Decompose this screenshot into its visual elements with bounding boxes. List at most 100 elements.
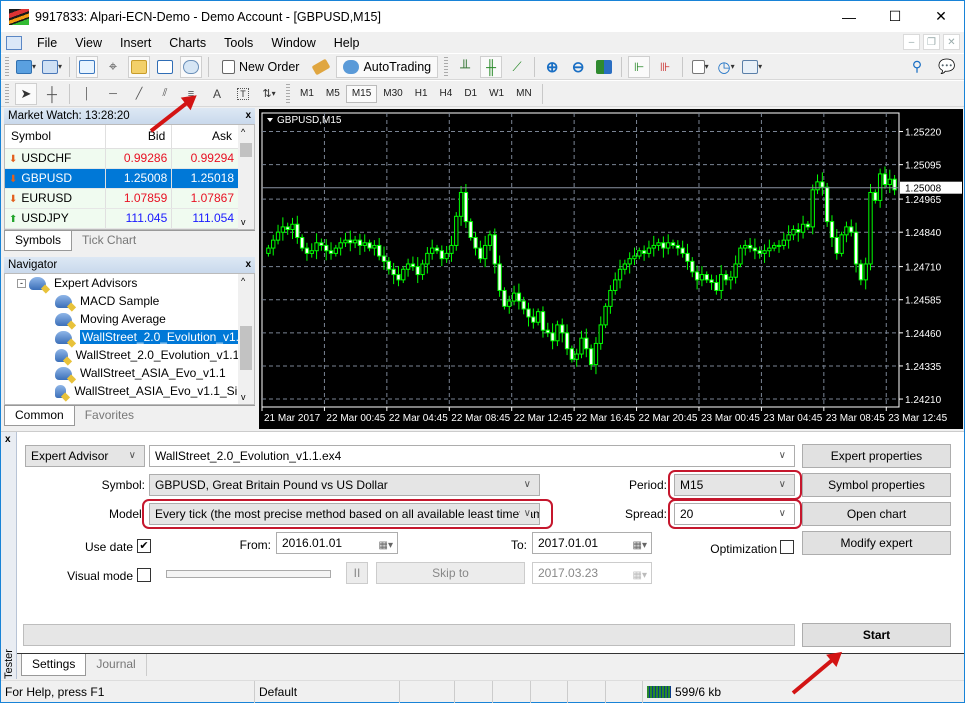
timeframe-m15[interactable]: M15: [345, 84, 378, 103]
tree-item[interactable]: WallStreet_2.0_Evolution_v1.1_S: [5, 346, 254, 364]
data-window-toggle[interactable]: ⌖: [102, 56, 124, 78]
crosshair-tool[interactable]: ┼: [41, 83, 63, 105]
timeframe-m5[interactable]: M5: [320, 85, 346, 103]
text-label-tool[interactable]: T: [232, 83, 254, 105]
menu-tools[interactable]: Tools: [215, 36, 262, 50]
autoscroll-button[interactable]: ⊩: [628, 55, 651, 78]
toolbar-grip[interactable]: [444, 56, 449, 77]
market-watch-close-icon[interactable]: x: [245, 108, 251, 124]
navigator-scrollbar[interactable]: ^ v: [238, 274, 254, 404]
tree-item[interactable]: WallStreet_ASIA_Evo_v1.1: [5, 364, 254, 382]
chart-canvas[interactable]: 1.25220 1.25095 1.24965 1.24840 1.24710 1.245…: [259, 109, 963, 429]
scroll-down-icon[interactable]: v: [241, 217, 246, 227]
scroll-thumb[interactable]: [240, 143, 252, 157]
close-button[interactable]: ✕: [918, 1, 964, 32]
tab-common[interactable]: Common: [4, 406, 75, 426]
timeframe-w1[interactable]: W1: [483, 85, 510, 103]
zoom-in-button[interactable]: ⊕: [541, 56, 563, 78]
menu-file[interactable]: File: [28, 36, 66, 50]
menu-charts[interactable]: Charts: [160, 36, 215, 50]
column-bid[interactable]: Bid: [105, 125, 173, 149]
pause-button[interactable]: II: [346, 562, 368, 584]
timeframe-d1[interactable]: D1: [458, 85, 483, 103]
symbol-properties-button[interactable]: Symbol properties: [802, 473, 951, 497]
symbol-row[interactable]: ⬇ USDCHF 0.99286 0.99294: [5, 148, 239, 169]
open-chart-button[interactable]: Open chart: [802, 502, 951, 526]
symbol-row[interactable]: ⬇ GBPUSD 1.25008 1.25018: [5, 168, 239, 189]
minimize-button[interactable]: —: [826, 1, 872, 32]
chat-button[interactable]: 💬: [936, 56, 958, 78]
menu-window[interactable]: Window: [262, 36, 324, 50]
indicators-button[interactable]: ▾: [689, 56, 711, 78]
mdi-minimize-button[interactable]: –: [903, 34, 920, 50]
zoom-out-button[interactable]: ⊖: [567, 56, 589, 78]
tree-item[interactable]: Moving Average: [5, 310, 254, 328]
expert-properties-button[interactable]: Expert properties: [802, 444, 951, 468]
scroll-up-icon[interactable]: ^: [241, 276, 245, 286]
periods-button[interactable]: ◷ ▾: [715, 56, 737, 78]
market-watch-scrollbar[interactable]: ^ v: [238, 125, 254, 229]
scroll-up-icon[interactable]: ^: [241, 127, 245, 137]
symbol-select[interactable]: GBPUSD, Great Britain Pound vs US Dollar…: [149, 474, 540, 496]
optimization-checkbox[interactable]: [780, 540, 794, 554]
toolbar-grip[interactable]: [5, 83, 9, 104]
price-chart[interactable]: 1.25220 1.25095 1.24965 1.24840 1.24710 1.245…: [259, 109, 963, 429]
tree-node-expert-advisors[interactable]: - Expert Advisors: [5, 274, 254, 292]
scroll-down-icon[interactable]: v: [241, 392, 246, 402]
from-date-input[interactable]: 2016.01.01 ▦▾: [276, 532, 398, 554]
modify-expert-button[interactable]: Modify expert: [802, 531, 951, 555]
tree-item[interactable]: MACD Sample: [5, 292, 254, 310]
timeframe-h1[interactable]: H1: [409, 85, 434, 103]
mdi-close-button[interactable]: ✕: [943, 34, 960, 50]
calendar-dropdown-icon[interactable]: ▦▾: [379, 536, 393, 553]
toolbar-grip[interactable]: [286, 83, 290, 104]
bar-chart-button[interactable]: ╨: [454, 56, 476, 78]
chart-window-icon[interactable]: [6, 35, 22, 50]
timeframe-h4[interactable]: H4: [434, 85, 459, 103]
search-button[interactable]: ⚲: [906, 56, 928, 78]
calendar-dropdown-icon[interactable]: ▦▾: [633, 566, 647, 583]
scroll-thumb[interactable]: [240, 326, 252, 370]
tab-symbols[interactable]: Symbols: [4, 231, 73, 251]
timeframe-m1[interactable]: M1: [294, 85, 320, 103]
collapse-icon[interactable]: -: [17, 278, 26, 288]
symbol-row[interactable]: ⬆ USDJPY 111.045 111.054: [5, 208, 239, 229]
symbol-row[interactable]: ⬇ EURUSD 1.07859 1.07867: [5, 188, 239, 209]
use-date-checkbox[interactable]: ✔: [137, 539, 151, 553]
metaeditor-button[interactable]: [310, 56, 332, 78]
tree-item[interactable]: WallStreet_ASIA_Evo_v1.1_Simp: [5, 382, 254, 400]
tester-close-icon[interactable]: x: [5, 434, 11, 445]
status-connection[interactable]: 599/6 kb: [643, 681, 793, 703]
skip-to-date-input[interactable]: 2017.03.23 ▦▾: [532, 562, 652, 584]
equidistant-channel-tool[interactable]: ⫽: [154, 83, 176, 105]
text-tool[interactable]: A: [206, 83, 228, 105]
start-button[interactable]: Start: [802, 623, 951, 647]
templates-button[interactable]: ▾: [741, 56, 763, 78]
tile-windows-button[interactable]: [593, 56, 615, 78]
navigator-close-icon[interactable]: x: [245, 257, 251, 273]
arrows-tool[interactable]: ⇅ ▾: [258, 83, 280, 105]
line-chart-button[interactable]: ⟋: [506, 56, 528, 78]
tree-item[interactable]: WallStreet_2.0_Evolution_v1.1: [5, 328, 254, 346]
chart-shift-button[interactable]: ⊪: [654, 56, 676, 78]
menu-view[interactable]: View: [66, 36, 111, 50]
maximize-button[interactable]: ☐: [872, 1, 918, 32]
new-order-button[interactable]: New Order: [215, 56, 306, 78]
tab-settings[interactable]: Settings: [21, 654, 87, 676]
horizontal-line-tool[interactable]: ─: [102, 83, 124, 105]
tab-journal[interactable]: Journal: [86, 654, 147, 676]
type-select[interactable]: Expert Advisor ∨: [25, 445, 145, 467]
strategy-tester-toggle[interactable]: [180, 55, 203, 78]
menu-help[interactable]: Help: [325, 36, 369, 50]
tab-tick-chart[interactable]: Tick Chart: [72, 231, 146, 251]
mdi-restore-button[interactable]: ❐: [923, 34, 940, 50]
cursor-tool[interactable]: ➤: [15, 82, 37, 105]
profiles-button[interactable]: ▾: [41, 56, 63, 78]
trendline-tool[interactable]: ╱: [128, 83, 150, 105]
navigator-toggle[interactable]: [128, 55, 151, 78]
visual-speed-slider[interactable]: [166, 570, 331, 578]
expert-select[interactable]: WallStreet_2.0_Evolution_v1.1.ex4 ∨: [149, 445, 795, 467]
menu-insert[interactable]: Insert: [111, 36, 160, 50]
calendar-dropdown-icon[interactable]: ▦▾: [633, 536, 647, 553]
timeframe-mn[interactable]: MN: [510, 85, 538, 103]
